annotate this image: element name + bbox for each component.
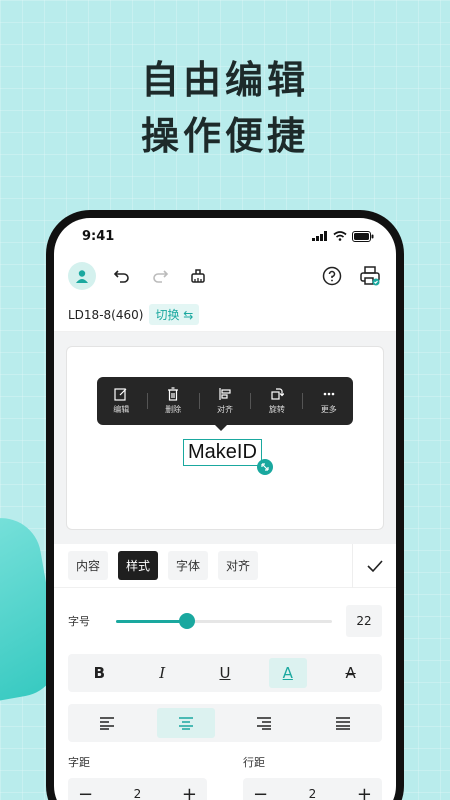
edit-icon [114, 388, 127, 401]
font-size-row: 字号 22 [54, 588, 396, 654]
line-spacing-value: 2 [308, 787, 317, 800]
ctx-delete-button[interactable]: 删除 [150, 387, 196, 415]
paragraph-align-row [68, 704, 382, 742]
line-spacing-stepper: − 2 + [243, 778, 382, 800]
phone-frame: 9:41 LD18-8(460) 切换 ⇆ 编辑 删除 对齐 旋转 更多 Mak… [46, 210, 404, 800]
property-tabs: 内容 样式 字体 对齐 [54, 544, 396, 588]
confirm-button[interactable] [352, 544, 396, 588]
ctx-align-button[interactable]: 对齐 [202, 387, 248, 415]
headline-line-2: 操作便捷 [140, 114, 309, 158]
redo-icon [153, 270, 169, 283]
divider [146, 393, 148, 409]
italic-button[interactable]: I [143, 658, 181, 688]
clear-button[interactable] [186, 264, 210, 288]
font-size-label: 字号 [68, 615, 90, 628]
align-right-button[interactable] [235, 708, 293, 738]
battery-icon [352, 230, 374, 242]
check-icon [366, 560, 383, 573]
slider-fill [116, 620, 188, 623]
redo-button[interactable] [148, 264, 172, 288]
line-spacing-label: 行距 [243, 756, 265, 769]
user-icon [76, 270, 88, 283]
more-icon [323, 392, 335, 396]
tab-style[interactable]: 样式 [118, 551, 159, 580]
label-canvas[interactable]: 编辑 删除 对齐 旋转 更多 MakeID [66, 346, 384, 530]
toolbar-right [320, 264, 382, 288]
text-color-button[interactable]: A [268, 658, 307, 688]
align-center-icon [178, 717, 193, 730]
print-button[interactable] [358, 264, 382, 288]
help-button[interactable] [320, 264, 344, 288]
ctx-edit-label: 编辑 [113, 405, 130, 414]
device-model: LD18-8(460) [68, 307, 144, 322]
bold-button[interactable]: B [80, 658, 118, 688]
ctx-delete-label: 删除 [165, 405, 182, 414]
switch-button[interactable]: 切换 ⇆ [149, 304, 200, 325]
eraser-icon [191, 269, 205, 283]
resize-icon [261, 463, 269, 471]
undo-button[interactable] [110, 264, 134, 288]
increase-button[interactable]: + [357, 784, 372, 800]
decrease-button[interactable]: − [253, 784, 268, 800]
underline-button[interactable]: U [206, 658, 244, 688]
align-justify-icon [335, 717, 350, 730]
ctx-more-label: 更多 [320, 405, 337, 414]
tab-content[interactable]: 内容 [68, 551, 109, 580]
strikethrough-button[interactable]: A [332, 658, 370, 688]
ctx-rotate-button[interactable]: 旋转 [254, 387, 300, 415]
divider [250, 393, 252, 409]
canvas-area: 编辑 删除 对齐 旋转 更多 MakeID [54, 332, 396, 544]
ctx-more-button[interactable]: 更多 [306, 387, 352, 415]
text-style-row: B I U A A [68, 654, 382, 692]
ctx-align-label: 对齐 [216, 405, 233, 414]
align-left-button[interactable] [78, 708, 136, 738]
divider [302, 393, 304, 409]
align-justify-button[interactable] [314, 708, 372, 738]
slider-thumb[interactable] [179, 613, 196, 629]
device-bar: LD18-8(460) 切换 ⇆ [54, 298, 396, 332]
wifi-icon [333, 231, 347, 241]
phone-screen: 9:41 LD18-8(460) 切换 ⇆ 编辑 删除 对齐 旋转 更多 Mak… [54, 218, 396, 800]
align-right-icon [257, 717, 272, 730]
printer-icon [360, 266, 380, 286]
trash-icon [168, 387, 179, 401]
signal-icon [312, 231, 327, 241]
font-size-value[interactable]: 22 [346, 605, 382, 637]
context-menu: 编辑 删除 对齐 旋转 更多 [97, 377, 353, 431]
status-bar: 9:41 [54, 218, 396, 254]
resize-handle[interactable] [257, 459, 273, 475]
headline: 自由编辑 操作便捷 [0, 52, 450, 164]
font-size-slider[interactable] [116, 611, 332, 631]
headline-line-1: 自由编辑 [140, 58, 309, 102]
rotate-icon [271, 388, 284, 400]
increase-button[interactable]: + [182, 784, 197, 800]
line-spacing: 行距 − 2 + [243, 754, 382, 800]
ctx-edit-button[interactable]: 编辑 [98, 387, 144, 415]
help-icon [322, 266, 342, 286]
ctx-rotate-label: 旋转 [268, 405, 285, 414]
letter-spacing-stepper: − 2 + [68, 778, 207, 800]
align-left-icon [100, 717, 115, 730]
align-center-button[interactable] [156, 708, 215, 738]
system-icons [312, 230, 374, 242]
avatar[interactable] [68, 262, 96, 290]
tab-align[interactable]: 对齐 [218, 551, 259, 580]
tab-font[interactable]: 字体 [168, 551, 209, 580]
spacing-row: 字距 − 2 + 行距 − 2 + [54, 742, 396, 800]
align-icon [219, 388, 231, 400]
letter-spacing-value: 2 [133, 787, 142, 800]
divider [198, 393, 200, 409]
editor-toolbar [54, 254, 396, 298]
label-text-element[interactable]: MakeID [183, 439, 262, 466]
letter-spacing-label: 字距 [68, 756, 90, 769]
letter-spacing: 字距 − 2 + [68, 754, 207, 800]
status-time: 9:41 [82, 228, 115, 244]
decrease-button[interactable]: − [78, 784, 93, 800]
undo-icon [113, 270, 129, 283]
